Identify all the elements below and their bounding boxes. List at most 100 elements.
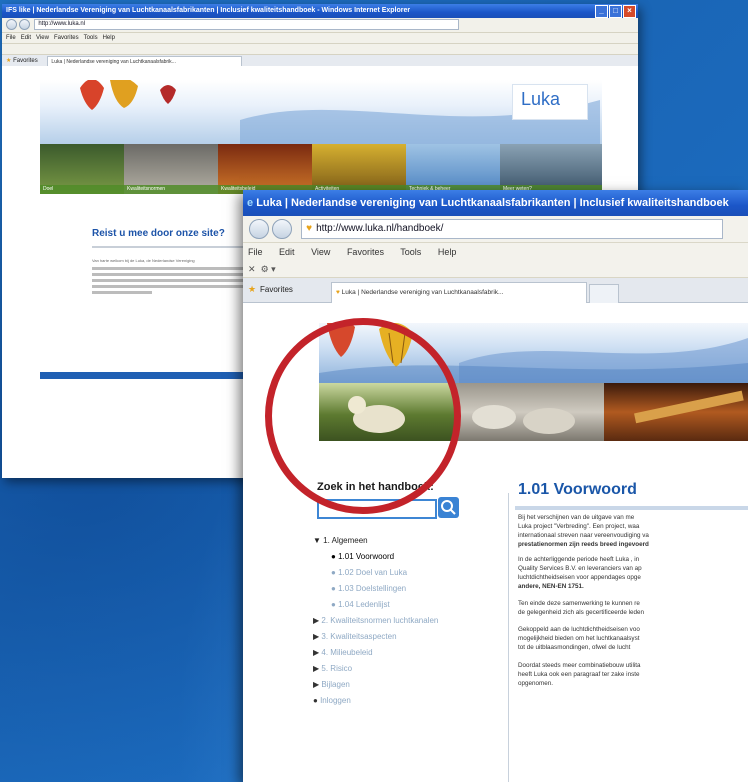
- front-address-bar[interactable]: ♥ http://www.luka.nl/handboek/: [301, 219, 724, 240]
- back-favorites-label[interactable]: Favorites: [13, 58, 38, 64]
- nav-item-kwaliteitsnormen[interactable]: ▶ 2. Kwaliteitsnormen luchtkanalen: [313, 613, 463, 629]
- paragraph-line: Bij het verschijnen van de uitgave van m…: [518, 514, 635, 521]
- back-window-titlebar: IFS like | Nederlandse Vereniging van Lu…: [2, 4, 638, 18]
- menu-edit[interactable]: Edit: [21, 35, 31, 41]
- back-address-bar[interactable]: http://www.luka.nl: [34, 18, 460, 30]
- strip-photo-kwaliteitsnormen[interactable]: Kwaliteitsnormen: [124, 144, 218, 194]
- menu-tools[interactable]: Tools: [400, 247, 421, 257]
- front-tool-row: ✕ ⚙ ▾: [243, 261, 748, 278]
- expanded-triangle-icon: ▼: [313, 536, 321, 545]
- front-tabs-row: ★ Favorites ♥ Luka | Nederlandse verenig…: [243, 278, 748, 303]
- back-luka-logo[interactable]: Luka: [512, 84, 588, 120]
- nav-label: 1. Algemeen: [323, 536, 368, 545]
- nav-label: 1.04 Ledenlijst: [338, 600, 390, 609]
- strip-photo-kwaliteitsbeleid[interactable]: Kwaliteitsbeleid: [218, 144, 312, 194]
- back-arrow-icon[interactable]: [6, 18, 17, 30]
- paragraph-line: Quality Services B.V. en leveranciers va…: [518, 565, 642, 572]
- nav-item-doel-van-luka[interactable]: ● 1.02 Doel van Luka: [313, 565, 463, 581]
- sheep-photo-image: [472, 405, 575, 434]
- nav-item-algemeen[interactable]: ▼ 1. Algemeen: [313, 533, 463, 549]
- nav-label: 1.01 Voorwoord: [338, 552, 395, 561]
- nav-label: 5. Risico: [321, 664, 353, 673]
- nav-item-bijlagen[interactable]: ▶ Bijlagen: [313, 677, 463, 693]
- menu-view[interactable]: View: [311, 247, 330, 257]
- favorites-star-icon[interactable]: ★: [6, 58, 11, 64]
- strip-photo-activiteiten[interactable]: Activiteiten: [312, 144, 406, 194]
- menu-file[interactable]: File: [248, 247, 263, 257]
- menu-file[interactable]: File: [6, 35, 16, 41]
- nav-item-doelstellingen[interactable]: ● 1.03 Doelstellingen: [313, 581, 463, 597]
- back-menu-bar: File Edit View Favorites Tools Help: [2, 33, 638, 44]
- collapsed-triangle-icon: ▶: [313, 648, 320, 657]
- nav-item-milieubeleid[interactable]: ▶ 4. Milieubeleid: [313, 645, 463, 661]
- forward-arrow-icon[interactable]: [18, 18, 30, 30]
- handbook-navigation: ▼ 1. Algemeen ● 1.01 Voorwoord ● 1.02 Do…: [313, 533, 463, 709]
- paragraph-line: andere, NEN-EN 1751.: [518, 583, 584, 590]
- front-address-row: ♥ http://www.luka.nl/handboek/: [243, 216, 748, 243]
- collapsed-triangle-icon: ▶: [313, 632, 320, 641]
- strip-label-kwaliteitsnormen: Kwaliteitsnormen: [124, 185, 218, 194]
- paragraph-line: prestatienormen zijn reeds breed ingevoe…: [518, 541, 649, 548]
- strip-photo-doel[interactable]: Doel: [40, 144, 124, 194]
- strip-photo-guitar[interactable]: [604, 383, 748, 441]
- nav-item-voorwoord[interactable]: ● 1.01 Voorwoord: [313, 549, 463, 565]
- nav-item-ledenlijst[interactable]: ● 1.04 Ledenlijst: [313, 597, 463, 613]
- menu-help[interactable]: Help: [103, 35, 115, 41]
- nav-item-inloggen[interactable]: ● Inloggen: [313, 693, 463, 709]
- favorites-star-icon[interactable]: ★: [248, 284, 256, 295]
- nav-label: Bijlagen: [321, 680, 350, 689]
- nav-item-risico[interactable]: ▶ 5. Risico: [313, 661, 463, 677]
- menu-help[interactable]: Help: [438, 247, 457, 257]
- paragraph-line: Doordat steeds meer combinatiebouw utili…: [518, 662, 641, 669]
- maximize-icon[interactable]: □: [609, 5, 622, 18]
- highlight-circle: [265, 318, 461, 514]
- close-icon[interactable]: ×: [623, 5, 636, 18]
- back-window-title: IFS like | Nederlandse Vereniging van Lu…: [6, 7, 411, 14]
- search-button[interactable]: [438, 497, 459, 518]
- stop-icon[interactable]: ✕: [248, 264, 256, 274]
- strip-photo-sheep[interactable]: [454, 383, 604, 441]
- ie-logo-icon: e: [247, 197, 254, 209]
- paragraph-line: In de achterliggende periode heeft Luka …: [518, 556, 640, 563]
- nav-label: 4. Milieubeleid: [321, 648, 373, 657]
- forward-arrow-icon[interactable]: [272, 219, 293, 240]
- menu-view[interactable]: View: [36, 35, 49, 41]
- back-logo-text: Luka: [521, 89, 561, 109]
- menu-favorites[interactable]: Favorites: [54, 35, 79, 41]
- tools-dropdown-icon[interactable]: ⚙ ▾: [261, 264, 276, 274]
- paragraph-line: opgenomen.: [518, 680, 554, 687]
- front-favorites-label[interactable]: Favorites: [260, 285, 293, 294]
- page-favicon-icon: ♥: [306, 223, 313, 235]
- strip-photo-techniek[interactable]: Techniek & beheer: [406, 144, 500, 194]
- menu-edit[interactable]: Edit: [279, 247, 295, 257]
- back-arrow-icon[interactable]: [249, 219, 269, 240]
- paragraph-line: luchtdichtheidseisen voor appendages opg…: [518, 574, 641, 581]
- title-underline: [515, 506, 748, 510]
- guitar-photo-image: [634, 390, 744, 424]
- front-window-titlebar: e Luka | Nederlandse vereniging van Luch…: [243, 190, 748, 216]
- tab-favicon-icon: ♥: [336, 289, 340, 296]
- bullet-icon: ●: [331, 584, 336, 593]
- back-window-controls: _ □ ×: [594, 5, 636, 19]
- search-icon: [441, 500, 456, 515]
- front-address-text: http://www.luka.nl/handboek/: [316, 223, 444, 235]
- paragraph-line: internationaal streven naar vereenvoudig…: [518, 532, 649, 539]
- paragraph-line: Gekoppeld aan de luchtdichtheidseisen vo…: [518, 626, 640, 633]
- minimize-icon[interactable]: _: [595, 5, 608, 18]
- menu-tools[interactable]: Tools: [84, 35, 98, 41]
- menu-favorites[interactable]: Favorites: [347, 247, 384, 257]
- strip-photo-meer-weten[interactable]: Meer weten?: [500, 144, 602, 194]
- new-tab-button[interactable]: [589, 284, 619, 303]
- paragraph-3: Ten einde deze samenwerking te kunnen re…: [518, 599, 748, 617]
- collapsed-triangle-icon: ▶: [313, 616, 320, 625]
- nav-label: 3. Kwaliteitsaspecten: [321, 632, 397, 641]
- nav-item-kwaliteitsaspecten[interactable]: ▶ 3. Kwaliteitsaspecten: [313, 629, 463, 645]
- back-site-header: Luka: [40, 77, 602, 144]
- paragraph-line: Luka project "Verbreding". Een project, …: [518, 523, 640, 530]
- content-divider: [508, 493, 509, 782]
- front-menu-bar: File Edit View Favorites Tools Help: [243, 243, 748, 261]
- bullet-icon: ●: [331, 568, 336, 577]
- paragraph-line: heeft Luka ook een paragraaf ter zake in…: [518, 671, 640, 678]
- front-tab[interactable]: ♥ Luka | Nederlandse vereniging van Luch…: [331, 282, 587, 303]
- front-tab-label: Luka | Nederlandse vereniging van Luchtk…: [341, 289, 504, 296]
